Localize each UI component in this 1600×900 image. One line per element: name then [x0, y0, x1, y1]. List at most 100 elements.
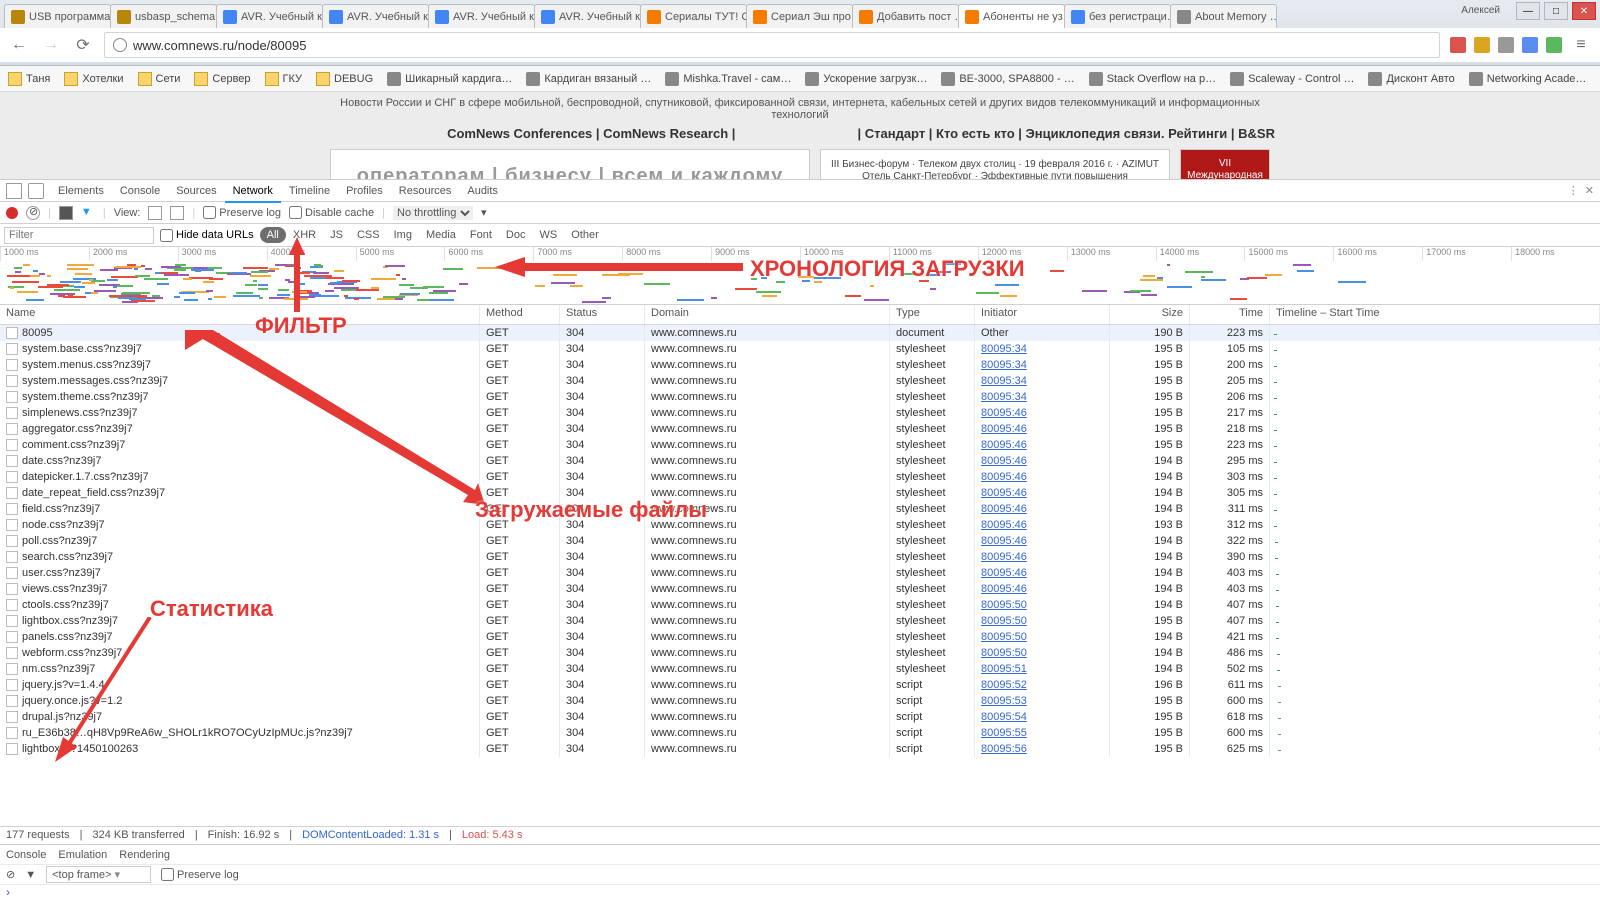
table-row[interactable]: nm.css?nz39j7GET304www.comnews.rustylesh…	[0, 661, 1600, 677]
hide-data-urls-checkbox[interactable]: Hide data URLs	[160, 229, 254, 242]
devtools-more-icon[interactable]: ⋮	[1568, 184, 1579, 197]
large-rows-icon[interactable]	[148, 206, 162, 220]
filter-type-font[interactable]: Font	[463, 227, 499, 243]
browser-tab[interactable]: AVR. Учебный к…×	[534, 4, 641, 28]
table-row[interactable]: system.messages.css?nz39j7GET304www.comn…	[0, 373, 1600, 389]
overview-icon[interactable]	[170, 206, 184, 220]
browser-tab[interactable]: About Memory …×	[1170, 4, 1277, 28]
ext-icon[interactable]	[1450, 37, 1466, 53]
table-row[interactable]: lightbox.js?1450100263GET304www.comnews.…	[0, 741, 1600, 757]
bookmark-item[interactable]: Networking Acade…	[1469, 72, 1587, 86]
inspect-icon[interactable]	[6, 183, 22, 199]
drawer-tab-console[interactable]: Console	[6, 849, 46, 861]
devtools-tab-console[interactable]: Console	[112, 181, 168, 201]
bookmark-item[interactable]: Сети	[138, 72, 181, 86]
filter-type-xhr[interactable]: XHR	[286, 227, 323, 243]
disable-cache-checkbox[interactable]: Disable cache	[289, 206, 374, 219]
devtools-close-icon[interactable]: ✕	[1585, 184, 1594, 197]
table-row[interactable]: date.css?nz39j7GET304www.comnews.rustyle…	[0, 453, 1600, 469]
table-header[interactable]: Name Method Status Domain Type Initiator…	[0, 305, 1600, 325]
table-row[interactable]: 80095GET304www.comnews.rudocumentOther19…	[0, 325, 1600, 341]
reload-button[interactable]: ⟳	[72, 34, 94, 56]
bookmark-item[interactable]: Mishka.Travel - сам…	[665, 72, 791, 86]
bookmark-item[interactable]: Сервер	[194, 72, 250, 86]
maximize-button[interactable]: □	[1544, 2, 1568, 20]
bookmark-item[interactable]: Scaleway - Control …	[1230, 72, 1354, 86]
bookmark-item[interactable]: Хотелки	[64, 72, 123, 86]
devtools-tab-profiles[interactable]: Profiles	[338, 181, 391, 201]
table-row[interactable]: user.css?nz39j7GET304www.comnews.rustyle…	[0, 565, 1600, 581]
table-row[interactable]: jquery.js?v=1.4.4GET304www.comnews.ruscr…	[0, 677, 1600, 693]
bookmark-item[interactable]: Stack Overflow на р…	[1089, 72, 1216, 86]
table-row[interactable]: node.css?nz39j7GET304www.comnews.rustyle…	[0, 517, 1600, 533]
menu-button[interactable]: ≡	[1570, 34, 1592, 56]
filter-type-js[interactable]: JS	[323, 227, 350, 243]
clear-button[interactable]: ⊘	[26, 206, 40, 220]
ext-icon[interactable]	[1498, 37, 1514, 53]
table-row[interactable]: aggregator.css?nz39j7GET304www.comnews.r…	[0, 421, 1600, 437]
table-row[interactable]: field.css?nz39j7GET304www.comnews.rustyl…	[0, 501, 1600, 517]
table-row[interactable]: views.css?nz39j7GET304www.comnews.rustyl…	[0, 581, 1600, 597]
bookmark-item[interactable]: BE-3000, SPA8800 - …	[941, 72, 1074, 86]
table-row[interactable]: system.base.css?nz39j7GET304www.comnews.…	[0, 341, 1600, 357]
devtools-tab-network[interactable]: Network	[225, 181, 281, 203]
table-row[interactable]: date_repeat_field.css?nz39j7GET304www.co…	[0, 485, 1600, 501]
table-row[interactable]: ru_E36b38…qH8Vp9ReA6w_SHOLr1kRO7OCyUzIpM…	[0, 725, 1600, 741]
filter-type-media[interactable]: Media	[419, 227, 463, 243]
table-row[interactable]: webform.css?nz39j7GET304www.comnews.rust…	[0, 645, 1600, 661]
user-chip[interactable]: Алексей	[1461, 5, 1500, 16]
device-icon[interactable]	[28, 183, 44, 199]
filter-icon[interactable]: ▼	[81, 206, 95, 220]
devtools-tab-resources[interactable]: Resources	[391, 181, 460, 201]
filter-input[interactable]	[4, 227, 154, 244]
back-button[interactable]: ←	[8, 34, 30, 56]
browser-tab[interactable]: без регистраци…×	[1064, 4, 1171, 28]
browser-tab[interactable]: AVR. Учебный к…×	[322, 4, 429, 28]
devtools-tab-timeline[interactable]: Timeline	[281, 181, 338, 201]
table-row[interactable]: comment.css?nz39j7GET304www.comnews.rust…	[0, 437, 1600, 453]
preserve-log-checkbox[interactable]: Preserve log	[203, 206, 281, 219]
filter-console-icon[interactable]: ▼	[25, 869, 36, 881]
devtools-tab-audits[interactable]: Audits	[459, 181, 506, 201]
table-row[interactable]: datepicker.1.7.css?nz39j7GET304www.comne…	[0, 469, 1600, 485]
table-row[interactable]: panels.css?nz39j7GET304www.comnews.rusty…	[0, 629, 1600, 645]
console-prompt[interactable]: ›	[0, 884, 1600, 900]
clear-console-icon[interactable]: ⊘	[6, 868, 15, 881]
table-row[interactable]: simplenews.css?nz39j7GET304www.comnews.r…	[0, 405, 1600, 421]
frame-select[interactable]: <top frame> ▾	[46, 866, 151, 883]
browser-tab[interactable]: Сериалы ТУТ! С…×	[640, 4, 747, 28]
drawer-tab-rendering[interactable]: Rendering	[119, 849, 170, 861]
close-button[interactable]: ✕	[1572, 2, 1596, 20]
ext-icon[interactable]	[1546, 37, 1562, 53]
filter-type-ws[interactable]: WS	[532, 227, 564, 243]
browser-tab[interactable]: Абоненты не уз…×	[958, 4, 1065, 28]
record-button[interactable]	[6, 207, 18, 219]
table-row[interactable]: jquery.once.js?v=1.2GET304www.comnews.ru…	[0, 693, 1600, 709]
table-row[interactable]: drupal.js?nz39j7GET304www.comnews.ruscri…	[0, 709, 1600, 725]
timeline-overview[interactable]: 1000 ms2000 ms3000 ms4000 ms5000 ms6000 …	[0, 247, 1600, 305]
filter-type-all[interactable]: All	[260, 227, 286, 243]
table-row[interactable]: poll.css?nz39j7GET304www.comnews.rustyle…	[0, 533, 1600, 549]
bookmark-item[interactable]: Ускорение загрузк…	[805, 72, 927, 86]
drawer-tab-emulation[interactable]: Emulation	[58, 849, 107, 861]
table-row[interactable]: lightbox.css?nz39j7GET304www.comnews.rus…	[0, 613, 1600, 629]
screenshot-icon[interactable]	[59, 206, 73, 220]
bookmark-item[interactable]: Кардиган вязаный …	[526, 72, 651, 86]
bookmark-item[interactable]: Таня	[8, 72, 50, 86]
console-preserve-checkbox[interactable]: Preserve log	[161, 868, 239, 881]
ext-icon[interactable]	[1522, 37, 1538, 53]
table-row[interactable]: search.css?nz39j7GET304www.comnews.rusty…	[0, 549, 1600, 565]
browser-tab[interactable]: AVR. Учебный к…×	[216, 4, 323, 28]
browser-tab[interactable]: USB программа…×	[4, 4, 111, 28]
browser-tab[interactable]: Сериал Эш про…×	[746, 4, 853, 28]
bookmark-item[interactable]: Шикарный кардига…	[387, 72, 512, 86]
address-bar[interactable]: www.comnews.ru/node/80095	[104, 32, 1440, 58]
browser-tab[interactable]: AVR. Учебный к…×	[428, 4, 535, 28]
ext-icon[interactable]	[1474, 37, 1490, 53]
table-row[interactable]: system.theme.css?nz39j7GET304www.comnews…	[0, 389, 1600, 405]
bookmark-item[interactable]: ГКУ	[265, 72, 302, 86]
site-nav-right[interactable]: | Стандарт | Кто есть кто | Энциклопедия…	[857, 126, 1275, 141]
browser-tab[interactable]: usbasp_schema…×	[110, 4, 217, 28]
filter-type-other[interactable]: Other	[564, 227, 606, 243]
browser-tab[interactable]: Добавить пост …×	[852, 4, 959, 28]
